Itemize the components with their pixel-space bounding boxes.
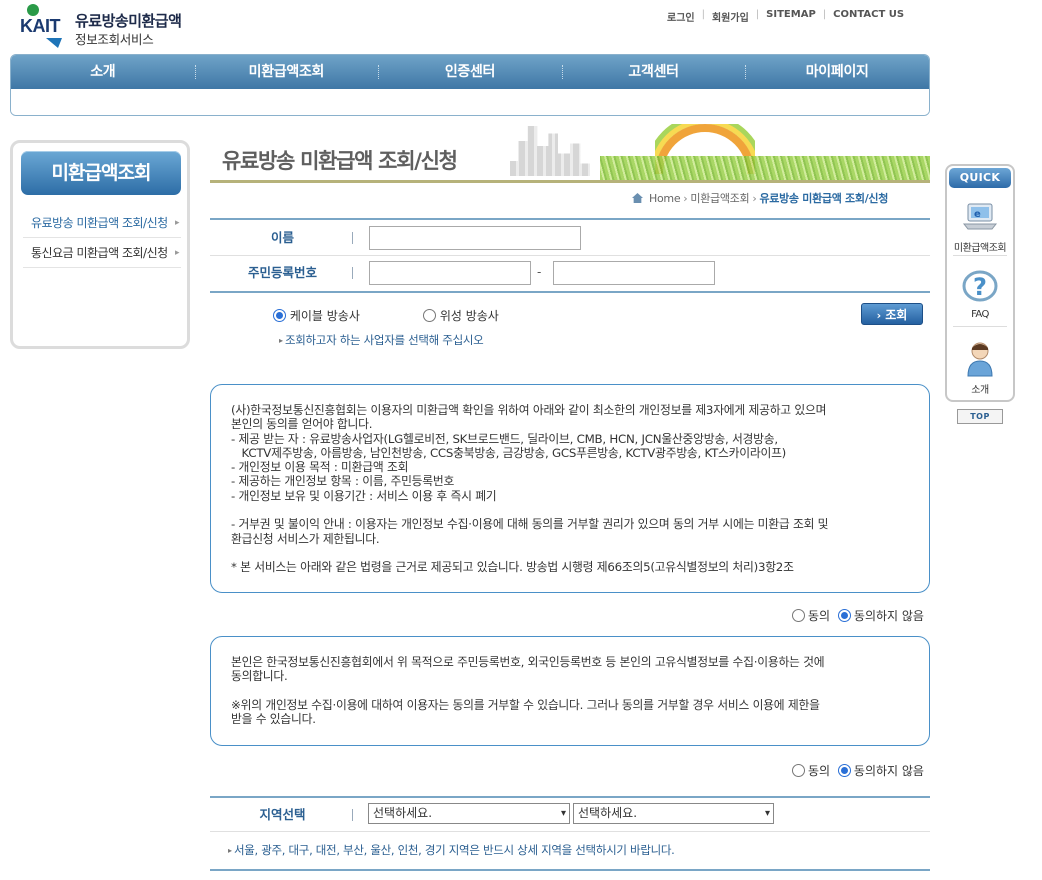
quick-item-refund-label: 미환급액조회 — [953, 243, 1007, 254]
nav-customer-center[interactable]: 고객센터 — [561, 55, 746, 89]
region-bottom-border — [210, 869, 930, 871]
site-logo[interactable]: KAIT 유료방송미환급액 정보조회서비스 — [20, 4, 200, 48]
rrn-front-input[interactable] — [369, 261, 531, 285]
consent-box-unique-id: 본인은 한국정보통신진흥협회에서 위 목적으로 주민등록번호, 외국인등록번호 … — [210, 636, 930, 746]
consent2-agree-radio[interactable] — [792, 764, 805, 777]
quick-item-refund[interactable]: e 미환급액조회 — [951, 196, 1009, 254]
search-button[interactable]: › 조회 — [861, 303, 923, 325]
quick-title: QUICK — [949, 168, 1011, 188]
region-label: 지역선택 — [259, 807, 306, 822]
quick-menu: QUICK e 미환급액조회 ? FAQ 소개 — [945, 164, 1015, 402]
question-mark-icon: ? — [962, 270, 998, 302]
sidebar-item-telecom-refund[interactable]: 통신요금 미환급액 조회/신청 — [23, 239, 181, 268]
chevron-down-icon: ▾ — [560, 808, 566, 819]
svg-text:?: ? — [973, 273, 986, 301]
page-title: 유료방송 미환급액 조회/신청 — [222, 149, 458, 173]
consent2-disagree-label[interactable]: 동의하지 않음 — [854, 764, 924, 778]
satellite-option[interactable]: 위성 방송사 — [423, 307, 499, 324]
consent-text-third-party: (사)한국정보통신진흥협회는 이용자의 미환급액 확인을 위하여 아래와 같이 … — [231, 403, 829, 575]
nav-mypage[interactable]: 마이페이지 — [745, 55, 929, 89]
logo-title: 유료방송미환급액 — [75, 12, 182, 30]
label-divider — [352, 267, 353, 279]
region-row: 지역선택 선택하세요. ▾ 선택하세요. ▾ — [210, 798, 930, 832]
consent-box-third-party: (사)한국정보통신진흥협회는 이용자의 미환급액 확인을 위하여 아래와 같이 … — [210, 384, 930, 593]
name-row: 이름 — [210, 220, 930, 256]
quick-item-faq[interactable]: ? FAQ — [951, 266, 1009, 320]
quick-divider — [953, 255, 1007, 256]
nav-intro[interactable]: 소개 — [11, 55, 195, 89]
label-divider — [352, 809, 353, 821]
logo-subtitle: 정보조회서비스 — [75, 32, 154, 47]
consent1-agree-group: 동의 동의하지 않음 — [792, 607, 928, 624]
chevron-down-icon: ▾ — [764, 808, 770, 819]
global-nav: 소개 미환급액조회 인증센터 고객센터 마이페이지 — [10, 54, 930, 116]
consent-text-unique-id: 본인은 한국정보통신진흥협회에서 위 목적으로 주민등록번호, 외국인등록번호 … — [231, 655, 825, 727]
city-illustration — [510, 126, 590, 176]
satellite-radio[interactable] — [423, 309, 436, 322]
breadcrumb-arrow-icon: › — [683, 192, 688, 205]
cable-radio[interactable] — [273, 309, 286, 322]
quick-item-faq-label: FAQ — [971, 309, 989, 320]
region-select-primary[interactable]: 선택하세요. ▾ — [368, 803, 570, 824]
logo-mark-icon — [46, 38, 62, 48]
rrn-dash: - — [537, 265, 542, 279]
scroll-top-button[interactable]: TOP — [957, 409, 1003, 424]
quick-item-intro-label: 소개 — [971, 385, 989, 396]
chevron-right-icon: › — [876, 309, 882, 322]
satellite-option-label: 위성 방송사 — [439, 309, 499, 323]
provider-hint: 조회하고자 하는 사업자를 선택해 주십시오 — [279, 332, 484, 348]
consent2-agree-group: 동의 동의하지 않음 — [792, 762, 928, 779]
grass-illustration — [600, 156, 930, 180]
top-links: 로그인 | 회원가입 | SITEMAP | CONTACT US — [660, 9, 911, 24]
cable-option-label: 케이블 방송사 — [289, 309, 360, 323]
region-select-detail[interactable]: 선택하세요. ▾ — [573, 803, 774, 824]
rrn-row: 주민등록번호 - — [210, 255, 930, 293]
consent1-agree-radio[interactable] — [792, 609, 805, 622]
signup-link[interactable]: 회원가입 — [705, 9, 756, 24]
sitemap-link[interactable]: SITEMAP — [759, 9, 823, 24]
sub-nav-bar — [11, 89, 929, 115]
login-link[interactable]: 로그인 — [660, 9, 702, 24]
laptop-icon: e — [962, 203, 998, 230]
banner-divider — [210, 180, 930, 183]
consent1-disagree-radio[interactable] — [837, 609, 851, 622]
sidebar-title: 미환급액조회 — [21, 151, 181, 195]
consent2-disagree-radio[interactable] — [837, 764, 851, 777]
consent1-disagree-label[interactable]: 동의하지 않음 — [854, 609, 924, 623]
quick-divider — [953, 326, 1007, 327]
logo-kait: KAIT — [20, 16, 61, 36]
label-divider — [352, 232, 353, 244]
breadcrumb-arrow-icon: › — [752, 192, 757, 205]
region-hint: 서울, 광주, 대구, 대전, 부산, 울산, 인천, 경기 지역은 반드시 상… — [228, 842, 675, 858]
sidebar: 미환급액조회 유료방송 미환급액 조회/신청 통신요금 미환급액 조회/신청 — [10, 140, 190, 349]
rrn-label: 주민등록번호 — [247, 265, 317, 280]
breadcrumb-home[interactable]: Home — [649, 192, 681, 205]
consent2-agree-label[interactable]: 동의 — [808, 764, 830, 778]
person-icon — [967, 342, 993, 377]
sidebar-item-broadcast-refund[interactable]: 유료방송 미환급액 조회/신청 — [23, 209, 181, 238]
name-label: 이름 — [270, 230, 294, 245]
contact-link[interactable]: CONTACT US — [826, 9, 911, 24]
svg-text:e: e — [974, 209, 981, 220]
breadcrumb: Home › 미환급액조회 › 유료방송 미환급액 조회/신청 — [632, 190, 888, 206]
nav-refund-inquiry[interactable]: 미환급액조회 — [194, 55, 379, 89]
cable-option[interactable]: 케이블 방송사 — [273, 307, 360, 324]
consent1-agree-label[interactable]: 동의 — [808, 609, 830, 623]
breadcrumb-current: 유료방송 미환급액 조회/신청 — [759, 192, 889, 205]
nav-auth-center[interactable]: 인증센터 — [378, 55, 562, 89]
name-input[interactable] — [369, 226, 581, 250]
page-banner: 유료방송 미환급액 조회/신청 — [210, 118, 930, 184]
rrn-back-input[interactable] — [553, 261, 715, 285]
region-select-detail-value: 선택하세요. — [578, 806, 638, 820]
home-icon — [632, 193, 643, 203]
region-select-primary-value: 선택하세요. — [373, 806, 433, 820]
logo-dot-icon — [27, 4, 39, 16]
search-button-label: 조회 — [885, 308, 908, 322]
quick-item-intro[interactable]: 소개 — [951, 338, 1009, 396]
breadcrumb-mid[interactable]: 미환급액조회 — [690, 192, 749, 205]
